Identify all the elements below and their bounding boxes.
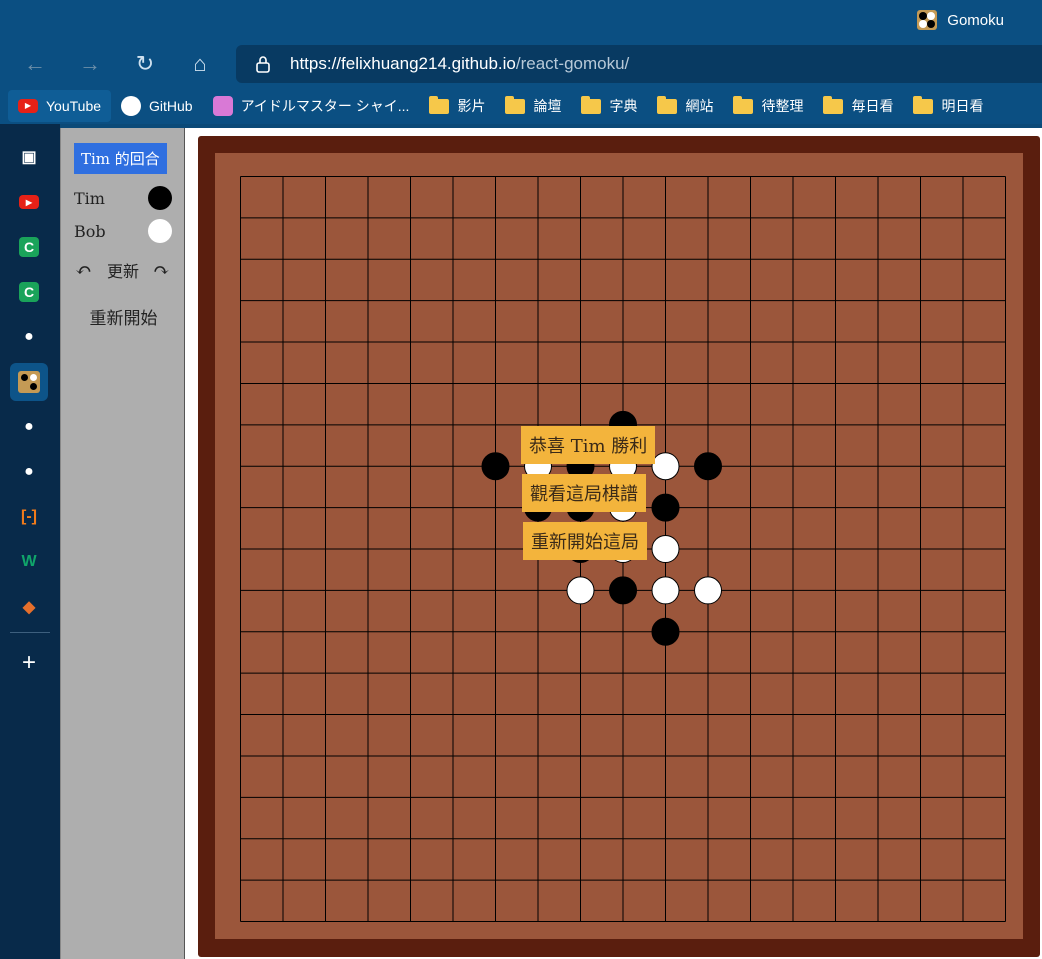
black-stone bbox=[609, 576, 637, 605]
folder-icon bbox=[505, 95, 526, 114]
bookmark-6[interactable]: 網站 bbox=[647, 90, 723, 122]
white-stone bbox=[651, 535, 680, 563]
bookmark-5[interactable]: 字典 bbox=[571, 90, 647, 122]
undo-icon[interactable]: ↶ bbox=[75, 258, 92, 282]
github-icon bbox=[121, 96, 142, 116]
white-stone bbox=[566, 576, 595, 605]
c-app-icon[interactable]: C bbox=[10, 273, 48, 311]
sidebar: + ▣ ▶ C C ● ● ● [-] W ◆ bbox=[0, 124, 60, 959]
black-stone-icon bbox=[148, 186, 172, 210]
bookmark-0[interactable]: ▶ YouTube bbox=[8, 90, 112, 122]
bookmark-label: GitHub bbox=[149, 98, 193, 114]
bookmark-label: 影片 bbox=[457, 98, 486, 114]
add-icon[interactable]: + bbox=[10, 644, 48, 682]
black-stone bbox=[651, 493, 680, 522]
turn-indicator: Tim 的回合 bbox=[74, 143, 167, 174]
sidebar-divider bbox=[10, 632, 50, 633]
bookmark-label: アイドルマスター シャイ... bbox=[240, 98, 410, 114]
folder-icon bbox=[581, 95, 602, 114]
white-stone bbox=[651, 452, 680, 481]
home-icon[interactable]: ⌂ bbox=[185, 50, 215, 78]
page-content: Tim 的回合 Tim Bob ↶ 更新 ↷ 重新開始 恭喜 Tim 勝利 觀看… bbox=[60, 128, 1042, 959]
bookmark-7[interactable]: 待整理 bbox=[723, 90, 813, 122]
window-title: Gomoku bbox=[947, 11, 1004, 29]
bookmark-label: YouTube bbox=[46, 98, 102, 114]
idolmaster-icon bbox=[212, 96, 233, 116]
bookmark-label: 毎日看 bbox=[851, 98, 894, 114]
white-stone bbox=[651, 576, 680, 605]
bookmark-label: 待整理 bbox=[761, 98, 804, 114]
bookmark-label: 明日看 bbox=[941, 98, 984, 114]
refresh-button[interactable]: 更新 bbox=[107, 258, 139, 282]
restart-game-button[interactable]: 重新開始這局 bbox=[523, 522, 647, 560]
folder-icon bbox=[733, 95, 754, 114]
bookmark-8[interactable]: 毎日看 bbox=[813, 90, 903, 122]
youtube-icon: ▶ bbox=[18, 99, 38, 113]
bookmark-label: 字典 bbox=[609, 98, 638, 114]
folder-icon bbox=[429, 95, 450, 114]
w3-icon[interactable]: W bbox=[10, 543, 48, 581]
folder-icon bbox=[823, 95, 844, 114]
github-icon[interactable]: ● bbox=[10, 408, 48, 446]
bracket-app-icon[interactable]: [-] bbox=[10, 498, 48, 536]
player-name: Tim bbox=[74, 189, 105, 208]
folder-icon bbox=[913, 95, 934, 114]
bookmark-label: 論壇 bbox=[533, 98, 562, 114]
white-stone-icon bbox=[148, 219, 172, 243]
bookmark-3[interactable]: 影片 bbox=[419, 90, 495, 122]
redo-icon[interactable]: ↷ bbox=[153, 258, 170, 282]
bookmark-2[interactable]: アイドルマスター シャイ... bbox=[203, 90, 420, 122]
bookmark-label: 網站 bbox=[685, 98, 714, 114]
back-icon[interactable]: ← bbox=[20, 50, 50, 78]
reload-icon[interactable]: ↻ bbox=[130, 50, 160, 78]
win-message: 恭喜 Tim 勝利 bbox=[521, 426, 656, 464]
address-bar[interactable]: https://felixhuang214.github.io/react-go… bbox=[236, 45, 1042, 83]
title-bar: Gomoku bbox=[0, 0, 1042, 40]
black-stone bbox=[481, 452, 510, 481]
bookmark-4[interactable]: 論壇 bbox=[495, 90, 571, 122]
url-text[interactable]: https://felixhuang214.github.io/react-go… bbox=[290, 54, 629, 74]
lock-icon bbox=[256, 56, 270, 73]
player-row-bob: Bob bbox=[74, 219, 172, 243]
bookmark-1[interactable]: GitHub bbox=[111, 90, 203, 122]
game-panel: Tim 的回合 Tim Bob ↶ 更新 ↷ 重新開始 bbox=[60, 128, 185, 959]
youtube-icon[interactable]: ▶ bbox=[10, 183, 48, 221]
folder-icon bbox=[657, 95, 678, 114]
white-stone bbox=[694, 576, 722, 605]
github-icon[interactable]: ● bbox=[10, 453, 48, 491]
forward-icon[interactable]: → bbox=[75, 50, 105, 78]
gomoku-icon[interactable] bbox=[10, 363, 48, 401]
player-row-tim: Tim bbox=[74, 186, 172, 210]
bookmarks-bar: ▶ YouTube GitHub アイドルマスター シャイ... 影片 論壇 字典 網站 待整理… bbox=[0, 88, 1042, 124]
gomoku-board[interactable]: 恭喜 Tim 勝利 觀看這局棋譜 重新開始這局 bbox=[215, 153, 1023, 939]
player-name: Bob bbox=[74, 222, 106, 241]
review-game-button[interactable]: 觀看這局棋譜 bbox=[522, 474, 646, 512]
board-frame: 恭喜 Tim 勝利 觀看這局棋譜 重新開始這局 bbox=[198, 136, 1040, 957]
restart-button[interactable]: 重新開始 bbox=[61, 304, 186, 329]
navigation-bar: ← → ↻ ⌂ https://felixhuang214.github.io/… bbox=[0, 40, 1042, 88]
window-title-area: Gomoku bbox=[917, 10, 1004, 30]
bookmark-9[interactable]: 明日看 bbox=[903, 90, 993, 122]
orange-app-icon[interactable]: ◆ bbox=[10, 588, 48, 626]
github-icon[interactable]: ● bbox=[10, 318, 48, 356]
tab-overview-icon[interactable]: ▣ bbox=[10, 138, 48, 176]
black-stone bbox=[694, 452, 722, 481]
c-app-icon[interactable]: C bbox=[10, 228, 48, 266]
black-stone bbox=[651, 617, 680, 646]
gomoku-icon bbox=[917, 10, 938, 30]
